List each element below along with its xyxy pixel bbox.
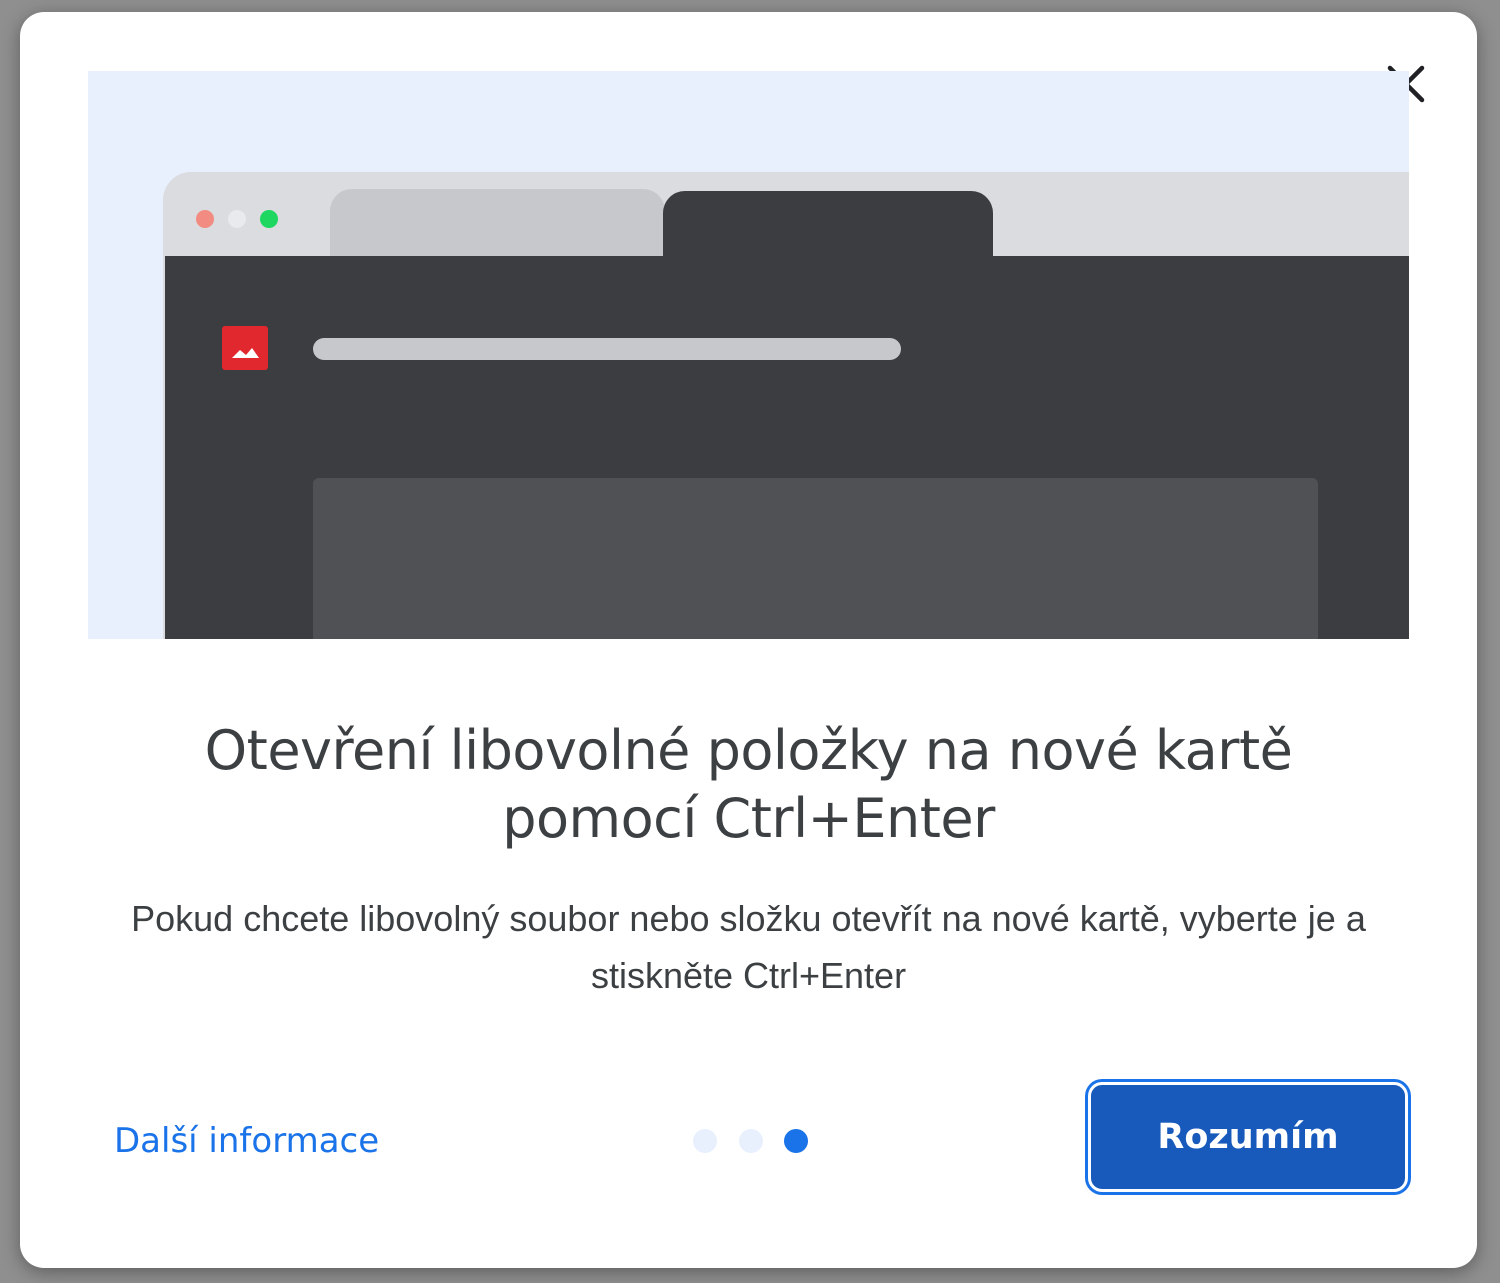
browser-content-area <box>165 256 1409 639</box>
traffic-light-green <box>260 210 278 228</box>
dialog-description: Pokud chcete libovolný soubor nebo složk… <box>131 898 1366 996</box>
traffic-light-gray <box>228 210 246 228</box>
image-file-icon <box>222 326 268 370</box>
browser-tab-active <box>663 191 993 261</box>
dialog-title: Otevření libovolné položky na nové kartě… <box>204 719 1293 850</box>
browser-window-graphic <box>163 172 1409 639</box>
step-dot-3[interactable] <box>784 1129 808 1153</box>
learn-more-link[interactable]: Další informace <box>114 1119 379 1163</box>
step-dot-1[interactable] <box>693 1129 717 1153</box>
got-it-button[interactable]: Rozumím <box>1088 1082 1408 1192</box>
file-title-placeholder <box>313 338 901 360</box>
file-preview-placeholder <box>313 478 1318 639</box>
step-dot-2[interactable] <box>739 1129 763 1153</box>
feature-tour-dialog: Otevření libovolné položky na nové kartě… <box>20 12 1477 1268</box>
browser-tab-inactive <box>330 189 665 259</box>
tour-illustration <box>88 71 1409 639</box>
traffic-light-red <box>196 210 214 228</box>
